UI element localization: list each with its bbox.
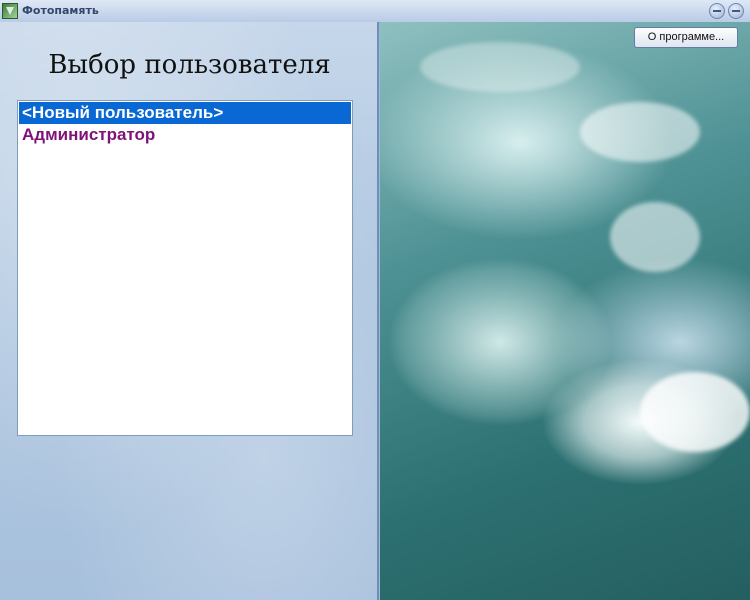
window-title: Фотопамять — [22, 4, 99, 17]
minimize-icon[interactable] — [709, 3, 725, 19]
user-selection-panel: Выбор пользователя <Новый пользователь> … — [0, 22, 379, 600]
wave-photo — [380, 22, 750, 600]
close-icon[interactable] — [728, 3, 744, 19]
list-item-administrator[interactable]: Администратор — [19, 124, 351, 146]
page-title: Выбор пользователя — [48, 50, 331, 80]
list-item-new-user[interactable]: <Новый пользователь> — [19, 102, 351, 124]
app-icon — [2, 3, 18, 19]
about-button[interactable]: О программе... — [634, 27, 738, 48]
title-bar: Фотопамять — [0, 0, 750, 23]
user-list[interactable]: <Новый пользователь> Администратор — [17, 100, 353, 436]
